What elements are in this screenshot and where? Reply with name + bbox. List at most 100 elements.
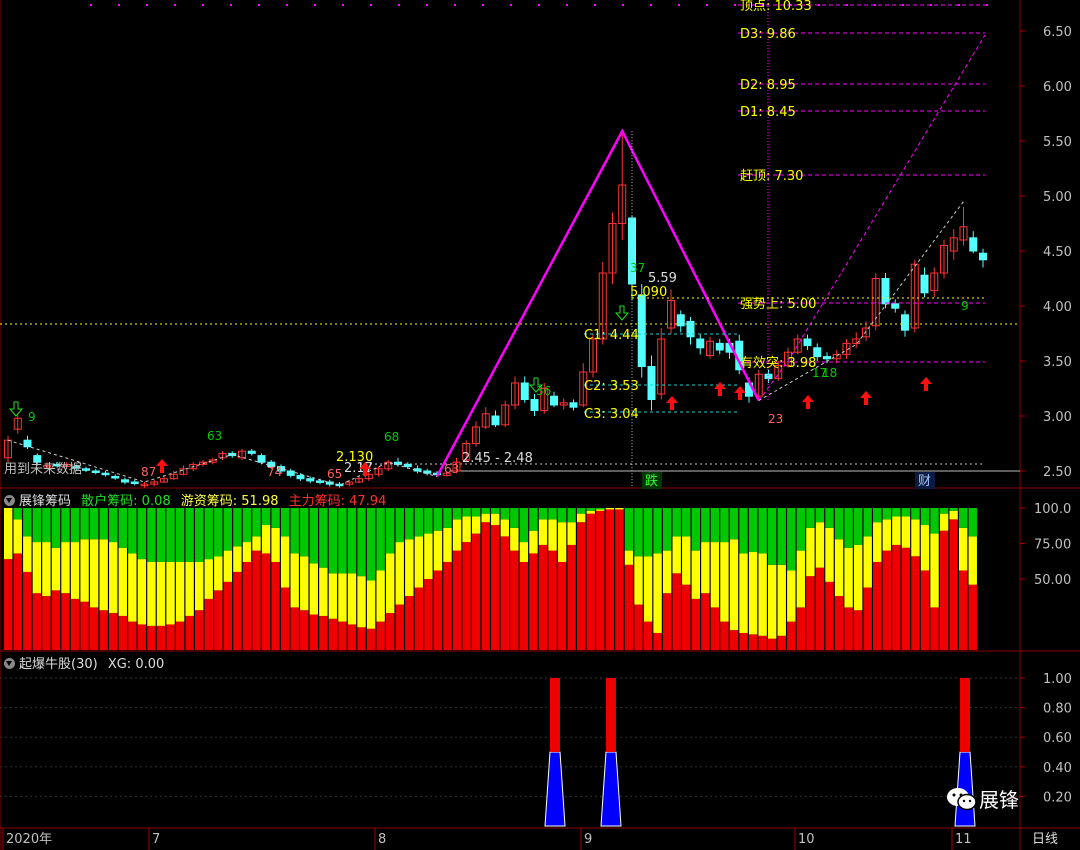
main-chip-bar — [424, 579, 433, 650]
hot-chip-bar — [605, 508, 615, 510]
hot-chip-bar — [433, 530, 443, 571]
range-low-label: 2.45 - 2.48 — [462, 451, 533, 466]
retail-chip-bar — [911, 508, 920, 520]
retail-chip-bar — [386, 508, 395, 554]
retail-chip-bar — [672, 508, 681, 537]
hot-chip-bar — [300, 556, 309, 611]
count-label: 9 — [961, 299, 969, 313]
retail-chip-bar — [634, 508, 643, 557]
hot-chip-bar — [624, 550, 634, 565]
buy-arrow-icon — [714, 382, 726, 396]
main-chip-bar — [261, 553, 271, 650]
main-chip-bar — [290, 607, 299, 650]
main-chip-bar — [892, 544, 901, 650]
hot-chip-bar — [959, 527, 968, 571]
retail-chip-bar — [519, 508, 529, 543]
chip-tick-label: 50.00 — [1034, 573, 1071, 588]
main-chip-bar — [930, 607, 939, 650]
top-marker-dot — [538, 4, 540, 6]
collapse-icon[interactable] — [4, 495, 15, 506]
main-chip-bar — [682, 584, 691, 650]
main-chip-bar — [433, 570, 443, 650]
candle-body — [394, 461, 402, 465]
top-marker-dot — [426, 4, 428, 6]
retail-chip-bar — [290, 508, 299, 554]
signal-panel-header[interactable]: 起爆牛股(30) XG: 0.00 — [4, 653, 164, 672]
hot-chip-bar — [13, 519, 22, 554]
retail-chip-bar — [853, 508, 863, 545]
main-chip-bar — [4, 559, 13, 650]
retail-chip-bar — [701, 508, 710, 543]
main-chip-bar — [271, 561, 280, 650]
panel-frames — [0, 0, 1080, 850]
main-chip-bar — [538, 544, 548, 650]
main-chip-bar — [462, 542, 471, 650]
top-marker-dot — [314, 4, 316, 6]
top-marker-dot — [370, 4, 372, 6]
retail-chip-bar — [42, 508, 51, 543]
retail-chip-bar — [739, 508, 748, 554]
retail-chip-bar — [949, 508, 958, 511]
main-chip-bar — [596, 510, 605, 650]
collapse-icon[interactable] — [4, 658, 15, 669]
watermark: 展锋 — [945, 784, 1019, 813]
buy-arrow-icon — [734, 386, 746, 400]
hot-chip-bar — [729, 539, 739, 631]
time-label: 10 — [798, 832, 815, 847]
retail-chip-bar — [166, 508, 175, 562]
retail-chip-bar — [118, 508, 127, 548]
candle-body — [111, 476, 120, 479]
hot-chip-bar — [968, 536, 977, 585]
retail-chip-bar — [720, 508, 729, 543]
hot-chip-bar — [634, 556, 643, 605]
main-chip-bar — [214, 590, 223, 650]
hot-chip-bar — [452, 519, 462, 551]
price-tick-label: 3.50 — [1043, 355, 1072, 370]
top-marker-dot — [230, 4, 232, 6]
retail-chip-bar — [567, 508, 576, 523]
main-chip-bar — [481, 522, 490, 650]
chip-panel-header[interactable]: 展锋筹码 散户筹码: 0.08 游资筹码: 51.98 主力筹码: 47.94 — [4, 490, 386, 509]
retail-chip-bar — [596, 508, 605, 510]
price-tick-label: 6.00 — [1043, 80, 1072, 95]
retail-chip-bar — [825, 508, 834, 528]
candle-body — [637, 294, 646, 367]
top-marker-dot — [566, 4, 568, 6]
main-chip-bar — [634, 604, 643, 650]
main-chip-bar — [834, 596, 844, 650]
hot-chip-bar — [548, 519, 557, 551]
main-chip-bar — [844, 607, 853, 650]
main-chip-bar — [280, 587, 290, 650]
top-marker-dot — [594, 4, 596, 6]
main-chip-bar — [156, 625, 166, 650]
main-chip-bar — [13, 553, 22, 650]
hot-chip-bar — [777, 564, 786, 636]
candle-body — [316, 480, 324, 483]
hot-chip-bar — [748, 552, 758, 635]
top-marker-dot — [986, 4, 988, 6]
retail-chip-bar — [815, 508, 825, 523]
main-chip-bar — [519, 561, 529, 650]
hot-chip-bar — [815, 522, 825, 568]
retail-chip-bar — [873, 508, 882, 523]
main-chip-bar — [204, 598, 213, 650]
hot-chip-bar — [70, 542, 80, 599]
hot-chip-bar — [567, 522, 576, 545]
count-label: 36 — [536, 384, 551, 398]
hot-chip-bar — [376, 570, 385, 622]
candle-body — [130, 481, 139, 484]
main-chip-bar — [376, 621, 385, 650]
main-chip-bar — [882, 550, 891, 650]
hot-chip-bar — [796, 550, 806, 608]
top-marker-dot — [622, 4, 624, 6]
retail-chip-bar — [882, 508, 891, 520]
hot-chip-bar — [261, 525, 271, 554]
price-tick-label: 4.00 — [1043, 300, 1072, 315]
retail-chip-bar — [834, 508, 844, 540]
retail-chip-bar — [13, 508, 22, 520]
price-tick-label: 6.50 — [1043, 25, 1072, 40]
main-chip-bar — [166, 624, 175, 650]
retail-chip-bar — [787, 508, 796, 571]
main-chip-bar — [873, 561, 882, 650]
main-chip-bar — [605, 509, 615, 650]
